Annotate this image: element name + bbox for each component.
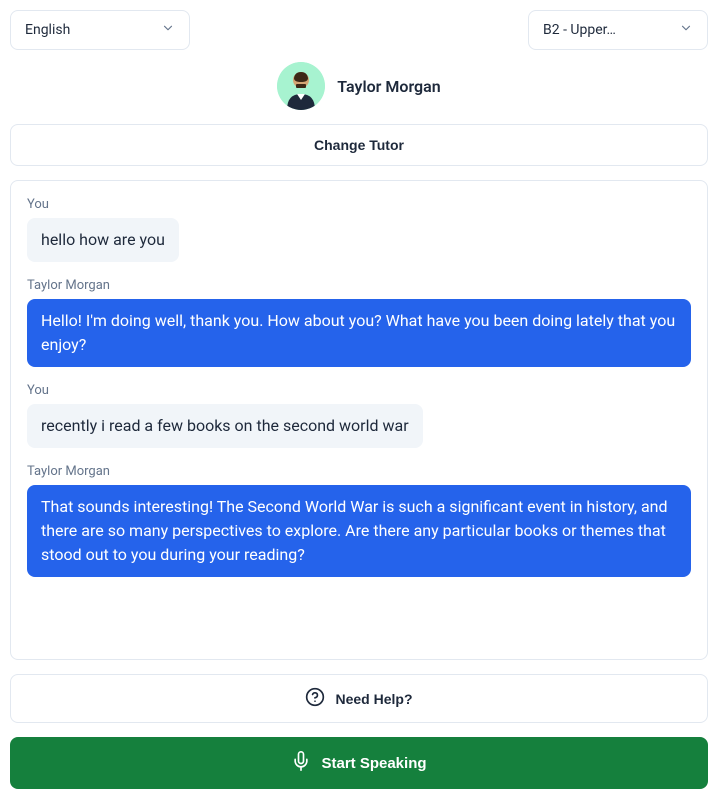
message-group: Taylor Morgan That sounds interesting! T…: [27, 464, 691, 577]
chevron-down-icon: [679, 21, 693, 39]
message-sender: Taylor Morgan: [27, 278, 691, 293]
need-help-label: Need Help?: [335, 691, 412, 707]
avatar: [277, 62, 325, 110]
message-group: Taylor Morgan Hello! I'm doing well, tha…: [27, 278, 691, 367]
start-speaking-label: Start Speaking: [321, 755, 426, 772]
top-controls-row: English B2 - Upper…: [10, 10, 708, 50]
need-help-button[interactable]: Need Help?: [10, 674, 708, 723]
help-circle-icon: [305, 687, 325, 710]
level-dropdown[interactable]: B2 - Upper…: [528, 10, 708, 50]
chat-container: You hello how are you Taylor Morgan Hell…: [10, 180, 708, 660]
message-bubble-user: hello how are you: [27, 218, 179, 262]
change-tutor-button[interactable]: Change Tutor: [10, 124, 708, 166]
chevron-down-icon: [161, 21, 175, 39]
message-sender: You: [27, 197, 691, 212]
message-group: You recently i read a few books on the s…: [27, 383, 691, 448]
language-dropdown-label: English: [25, 22, 70, 38]
start-speaking-button[interactable]: Start Speaking: [10, 737, 708, 789]
microphone-icon: [291, 751, 311, 775]
message-bubble-tutor: That sounds interesting! The Second Worl…: [27, 485, 691, 577]
message-sender: Taylor Morgan: [27, 464, 691, 479]
tutor-name: Taylor Morgan: [337, 77, 440, 96]
message-group: You hello how are you: [27, 197, 691, 262]
message-bubble-tutor: Hello! I'm doing well, thank you. How ab…: [27, 299, 691, 367]
language-dropdown[interactable]: English: [10, 10, 190, 50]
message-bubble-user: recently i read a few books on the secon…: [27, 404, 423, 448]
level-dropdown-label: B2 - Upper…: [543, 22, 616, 38]
message-sender: You: [27, 383, 691, 398]
tutor-header: Taylor Morgan: [10, 62, 708, 110]
